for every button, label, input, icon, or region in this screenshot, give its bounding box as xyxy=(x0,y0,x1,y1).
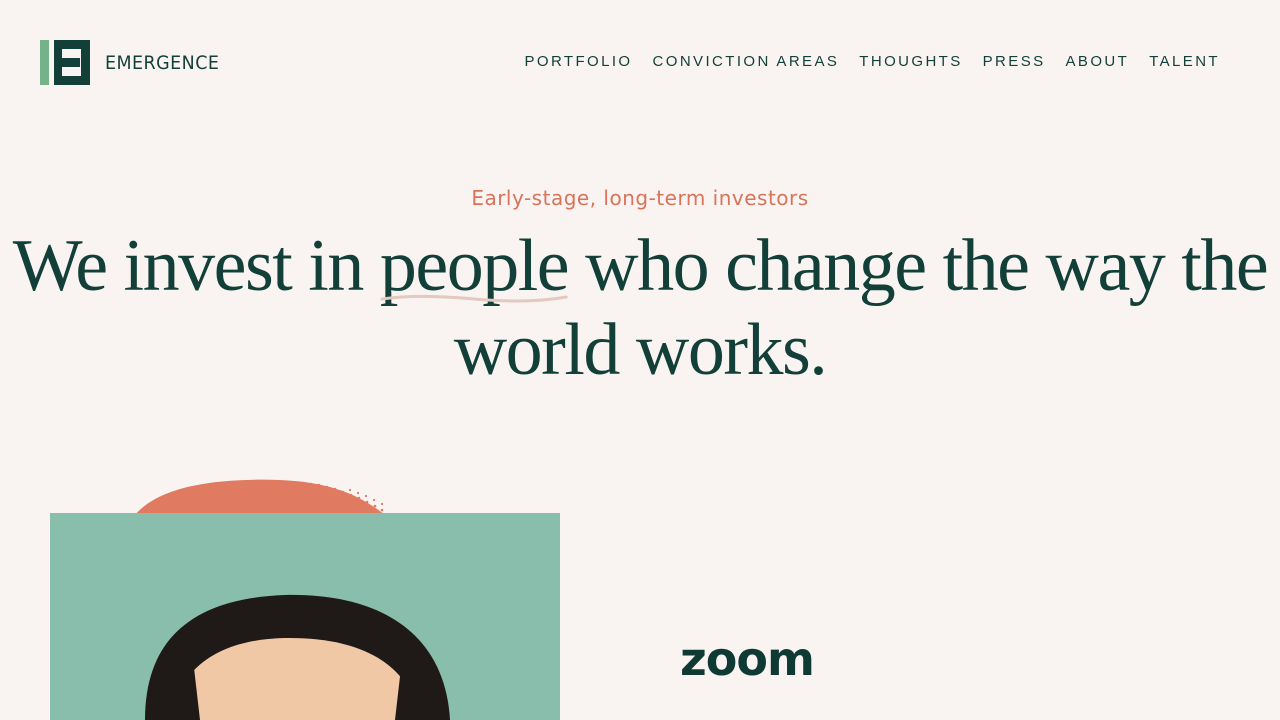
hero-headline: We invest in people who change the way t… xyxy=(0,224,1280,392)
nav-link-conviction-areas[interactable]: CONVICTION AREAS xyxy=(653,52,840,72)
brand-name: EMERGENCE xyxy=(105,51,220,74)
brand-logo[interactable]: EMERGENCE xyxy=(40,40,229,85)
nav-link-portfolio[interactable]: PORTFOLIO xyxy=(525,52,633,72)
zoom-logo[interactable]: zoom xyxy=(680,636,815,682)
squiggle-underline-icon xyxy=(380,294,568,303)
founder-photo xyxy=(50,513,560,720)
emergence-logo-mark-icon xyxy=(40,40,90,85)
main-nav: PORTFOLIO CONVICTION AREAS THOUGHTS PRES… xyxy=(525,52,1221,72)
nav-link-thoughts[interactable]: THOUGHTS xyxy=(859,52,962,72)
hero-eyebrow: Early-stage, long-term investors xyxy=(471,186,809,210)
nav-link-press[interactable]: PRESS xyxy=(983,52,1046,72)
nav-link-about[interactable]: ABOUT xyxy=(1066,52,1130,72)
headline-highlight-word: people xyxy=(380,224,570,308)
nav-link-talent[interactable]: TALENT xyxy=(1149,52,1220,72)
headline-text-before: We invest in xyxy=(12,225,380,307)
headline-text-after: who change the way the world works. xyxy=(453,225,1269,391)
portrait-illustration xyxy=(145,594,450,720)
